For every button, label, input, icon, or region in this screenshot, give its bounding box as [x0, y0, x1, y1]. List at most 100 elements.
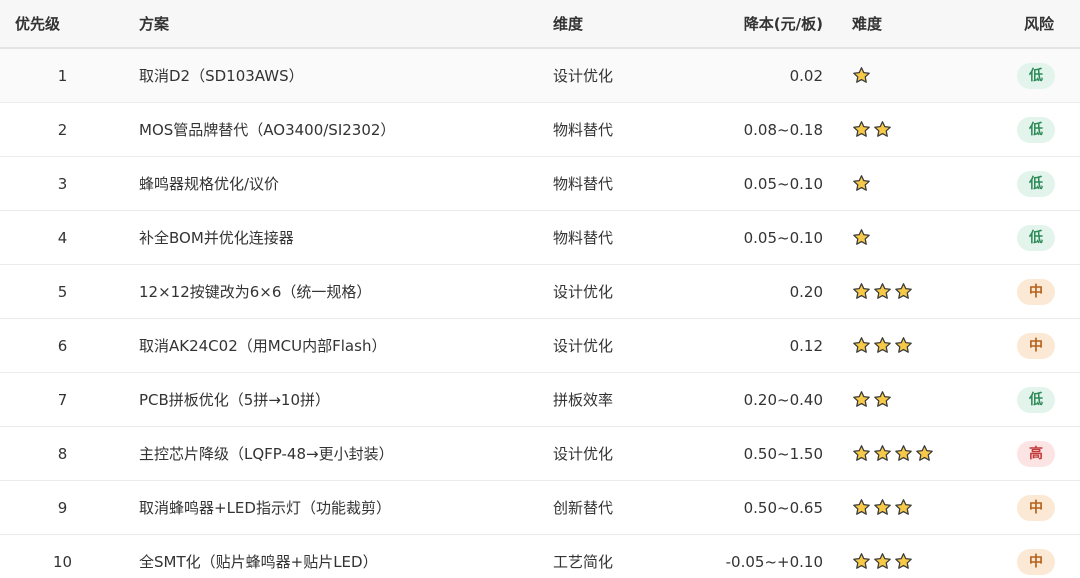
risk-badge: 中 — [1017, 494, 1055, 521]
risk-badge: 高 — [1017, 440, 1055, 467]
cell-plan: PCB拼板优化（5拼→10拼） — [125, 372, 553, 427]
table-row[interactable]: 9 取消蜂鸣器+LED指示灯（功能裁剪） 创新替代 0.50~0.65 中 — [0, 480, 1080, 535]
star-icon — [894, 498, 913, 517]
risk-badge: 中 — [1017, 548, 1055, 575]
cell-plan: 补全BOM并优化连接器 — [125, 210, 553, 265]
table-row[interactable]: 8 主控芯片降级（LQFP-48→更小封装） 设计优化 0.50~1.50 高 — [0, 426, 1080, 481]
cell-difficulty — [833, 102, 1002, 157]
star-icon — [852, 174, 871, 193]
cell-risk: 低 — [1002, 156, 1080, 211]
cell-cost-reduction: 0.12 — [683, 318, 833, 373]
star-icon — [852, 228, 871, 247]
table-row[interactable]: 10 全SMT化（贴片蜂鸣器+贴片LED） 工艺简化 -0.05~+0.10 中 — [0, 534, 1080, 578]
cell-plan: 取消蜂鸣器+LED指示灯（功能裁剪） — [125, 480, 553, 535]
cell-risk: 高 — [1002, 426, 1080, 481]
cell-cost-reduction: 0.20 — [683, 264, 833, 319]
header-difficulty[interactable]: 难度 — [833, 0, 1002, 49]
table-row[interactable]: 3 蜂鸣器规格优化/议价 物料替代 0.05~0.10 低 — [0, 156, 1080, 211]
table-row[interactable]: 2 MOS管品牌替代（AO3400/SI2302） 物料替代 0.08~0.18 低 — [0, 102, 1080, 157]
cell-dimension: 创新替代 — [553, 480, 683, 535]
star-icon — [852, 498, 871, 517]
cost-reduction-table-container: 优先级 方案 维度 降本(元/板) 难度 风险 1 取消D2（SD103AWS）设… — [0, 0, 1080, 578]
table-row[interactable]: 5 12×12按键改为6×6（统一规格） 设计优化 0.20 中 — [0, 264, 1080, 319]
difficulty-stars — [852, 336, 913, 355]
header-plan[interactable]: 方案 — [125, 0, 553, 49]
star-icon — [894, 282, 913, 301]
star-icon — [873, 498, 892, 517]
cell-difficulty — [833, 372, 1002, 427]
table-header: 优先级 方案 维度 降本(元/板) 难度 风险 — [0, 0, 1080, 49]
star-icon — [873, 336, 892, 355]
table-row[interactable]: 7 PCB拼板优化（5拼→10拼） 拼板效率 0.20~0.40 低 — [0, 372, 1080, 427]
difficulty-stars — [852, 390, 892, 409]
cell-dimension: 设计优化 — [553, 48, 683, 103]
cell-risk: 中 — [1002, 534, 1080, 578]
cell-priority: 10 — [0, 534, 125, 578]
table-body: 1 取消D2（SD103AWS） 设计优化 0.02 低 2 MOS管品牌替代（AO3400… — [0, 48, 1080, 578]
difficulty-stars — [852, 498, 913, 517]
cell-dimension: 设计优化 — [553, 426, 683, 481]
risk-badge: 低 — [1017, 62, 1055, 89]
cell-priority: 2 — [0, 102, 125, 157]
difficulty-stars — [852, 444, 934, 463]
difficulty-stars — [852, 282, 913, 301]
difficulty-stars — [852, 66, 871, 85]
star-icon — [852, 552, 871, 571]
header-dimension[interactable]: 维度 — [553, 0, 683, 49]
cell-risk: 低 — [1002, 210, 1080, 265]
cell-difficulty — [833, 318, 1002, 373]
cell-difficulty — [833, 210, 1002, 265]
cell-risk: 中 — [1002, 264, 1080, 319]
star-icon — [873, 444, 892, 463]
star-icon — [894, 552, 913, 571]
cell-plan: MOS管品牌替代（AO3400/SI2302） — [125, 102, 553, 157]
cell-priority: 7 — [0, 372, 125, 427]
star-icon — [852, 390, 871, 409]
table-row[interactable]: 1 取消D2（SD103AWS） 设计优化 0.02 低 — [0, 48, 1080, 103]
cell-plan: 取消D2（SD103AWS） — [125, 48, 553, 103]
cell-plan: 取消AK24C02（用MCU内部Flash） — [125, 318, 553, 373]
table-row[interactable]: 6 取消AK24C02（用MCU内部Flash） 设计优化 0.12 中 — [0, 318, 1080, 373]
cell-risk: 中 — [1002, 480, 1080, 535]
cell-difficulty — [833, 156, 1002, 211]
cell-cost-reduction: 0.05~0.10 — [683, 156, 833, 211]
cell-cost-reduction: 0.08~0.18 — [683, 102, 833, 157]
cell-priority: 8 — [0, 426, 125, 481]
risk-badge: 中 — [1017, 332, 1055, 359]
cell-difficulty — [833, 48, 1002, 103]
star-icon — [852, 282, 871, 301]
star-icon — [873, 120, 892, 139]
cell-priority: 5 — [0, 264, 125, 319]
cell-risk: 中 — [1002, 318, 1080, 373]
cell-risk: 低 — [1002, 372, 1080, 427]
cost-reduction-table: 优先级 方案 维度 降本(元/板) 难度 风险 1 取消D2（SD103AWS）设… — [0, 0, 1080, 578]
cell-dimension: 拼板效率 — [553, 372, 683, 427]
cell-plan: 12×12按键改为6×6（统一规格） — [125, 264, 553, 319]
star-icon — [915, 444, 934, 463]
header-priority[interactable]: 优先级 — [0, 0, 125, 49]
cell-difficulty — [833, 480, 1002, 535]
cell-risk: 低 — [1002, 48, 1080, 103]
cell-cost-reduction: 0.50~0.65 — [683, 480, 833, 535]
cell-priority: 9 — [0, 480, 125, 535]
cell-difficulty — [833, 534, 1002, 578]
difficulty-stars — [852, 552, 913, 571]
header-cost-reduction[interactable]: 降本(元/板) — [683, 0, 833, 49]
cell-cost-reduction: -0.05~+0.10 — [683, 534, 833, 578]
cell-priority: 3 — [0, 156, 125, 211]
risk-badge: 低 — [1017, 224, 1055, 251]
cell-plan: 全SMT化（贴片蜂鸣器+贴片LED） — [125, 534, 553, 578]
cell-priority: 4 — [0, 210, 125, 265]
star-icon — [852, 120, 871, 139]
header-risk[interactable]: 风险 — [1002, 0, 1080, 49]
cell-dimension: 设计优化 — [553, 318, 683, 373]
risk-badge: 中 — [1017, 278, 1055, 305]
cell-plan: 主控芯片降级（LQFP-48→更小封装） — [125, 426, 553, 481]
risk-badge: 低 — [1017, 116, 1055, 143]
cell-difficulty — [833, 264, 1002, 319]
cell-dimension: 物料替代 — [553, 102, 683, 157]
table-row[interactable]: 4 补全BOM并优化连接器 物料替代 0.05~0.10 低 — [0, 210, 1080, 265]
cell-dimension: 物料替代 — [553, 156, 683, 211]
cell-dimension: 设计优化 — [553, 264, 683, 319]
cell-cost-reduction: 0.20~0.40 — [683, 372, 833, 427]
